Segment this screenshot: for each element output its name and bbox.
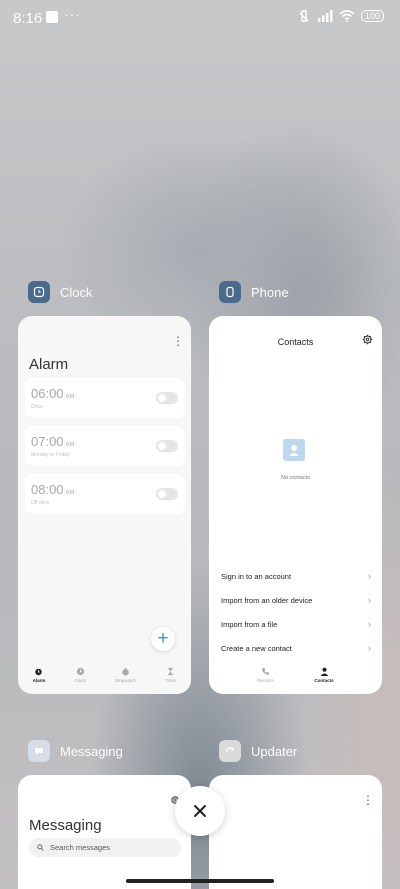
status-time: 8:16 — [13, 10, 43, 27]
signal-icon — [317, 10, 333, 22]
app-name-phone: Phone — [251, 284, 289, 300]
phone-handset-icon — [262, 667, 270, 675]
alarm-title: Alarm — [29, 356, 69, 373]
tab-label: Timer — [165, 678, 177, 683]
phone-bottom-nav: Recents Contacts — [209, 656, 382, 694]
mute-vibrate-icon — [299, 10, 309, 22]
tab-label: Clock — [74, 678, 86, 683]
clear-all-button[interactable] — [175, 786, 225, 836]
app-name-clock: Clock — [60, 284, 93, 300]
alarm-repeat: Monday to Friday — [31, 452, 70, 458]
timer-icon — [168, 667, 174, 676]
clock-icon — [28, 281, 50, 303]
stopwatch-icon — [122, 667, 129, 676]
search-messages-field[interactable]: Search messages — [29, 838, 181, 857]
alarm-item[interactable]: 08:00 AM Off days — [25, 474, 185, 514]
action-label: Create a new contact — [221, 643, 292, 653]
alarm-time: 06:00 — [31, 386, 64, 401]
app-card-messaging[interactable]: Messaging Search messages — [18, 775, 191, 889]
tab-stopwatch[interactable]: Stopwatch — [115, 667, 136, 683]
empty-state-text: No contacts — [280, 475, 311, 481]
battery-icon: 100 — [360, 10, 384, 22]
settings-gear-icon[interactable] — [362, 334, 373, 345]
more-options-icon[interactable]: ⋮ — [172, 334, 184, 348]
phone-icon — [219, 281, 241, 303]
app-header-clock[interactable]: Clock — [28, 281, 93, 303]
app-header-messaging[interactable]: Messaging — [28, 740, 123, 762]
search-placeholder: Search messages — [50, 843, 111, 852]
alarm-repeat: Once — [31, 404, 43, 410]
import-older-device-row[interactable]: Import from an older device › — [221, 593, 371, 607]
status-bar: 8:16 ··· 100 — [0, 0, 400, 36]
alarm-ampm: AM — [65, 490, 75, 496]
app-header-phone[interactable]: Phone — [219, 281, 289, 303]
create-contact-row[interactable]: Create a new contact › — [221, 641, 371, 655]
tab-label: Alarm — [32, 678, 46, 683]
alarm-item[interactable]: 07:00 AM Monday to Friday — [25, 426, 185, 466]
alarm-icon — [35, 668, 43, 676]
app-card-updater[interactable]: ⋮ — [209, 775, 382, 889]
chevron-right-icon: › — [368, 619, 371, 629]
alarm-ampm: AM — [65, 394, 75, 400]
app-card-phone[interactable]: Contacts No contacts Sign in to an accou… — [209, 316, 382, 694]
messaging-title: Messaging — [29, 817, 102, 834]
alarm-toggle[interactable] — [156, 488, 178, 500]
action-label: Import from a file — [221, 619, 278, 629]
tab-label: Contacts — [314, 678, 334, 683]
alarm-time: 08:00 — [31, 482, 64, 497]
alarm-toggle[interactable] — [156, 392, 178, 404]
alarm-item[interactable]: 06:00 AM Once — [25, 378, 185, 418]
alarm-ampm: AM — [65, 442, 75, 448]
tab-clock[interactable]: Clock — [74, 667, 86, 683]
tab-alarm[interactable]: Alarm — [32, 667, 46, 683]
add-alarm-button[interactable]: + — [151, 627, 175, 651]
more-notifications-icon: ··· — [64, 6, 81, 22]
notification-icon — [46, 11, 58, 23]
wifi-icon — [339, 10, 355, 22]
action-label: Import from an older device — [221, 595, 313, 605]
messaging-icon — [28, 740, 50, 762]
app-card-clock[interactable]: ⋮ Alarm 06:00 AM Once 07:00 AM Monday to F… — [18, 316, 191, 694]
sign-in-account-row[interactable]: Sign in to an account › — [221, 569, 371, 583]
clock-tab-icon — [76, 667, 84, 676]
chevron-right-icon: › — [368, 595, 371, 605]
contacts-title: Contacts — [277, 337, 314, 347]
close-icon — [194, 805, 206, 817]
app-name-updater: Updater — [251, 743, 298, 759]
app-name-messaging: Messaging — [60, 743, 123, 759]
status-icons: 100 — [297, 9, 384, 23]
tab-contacts[interactable]: Contacts — [314, 667, 334, 683]
alarm-repeat: Off days — [31, 500, 50, 506]
tab-recents[interactable]: Recents — [257, 667, 274, 683]
more-options-icon[interactable]: ⋮ — [362, 793, 374, 807]
tab-timer[interactable]: Timer — [165, 667, 176, 683]
chevron-right-icon: › — [368, 643, 371, 653]
person-icon — [320, 667, 328, 676]
import-file-row[interactable]: Import from a file › — [221, 617, 371, 631]
chevron-right-icon: › — [368, 571, 371, 581]
home-indicator[interactable] — [126, 879, 274, 883]
updater-icon — [219, 740, 241, 762]
search-icon — [37, 844, 44, 851]
tab-label: Stopwatch — [114, 678, 136, 683]
alarm-toggle[interactable] — [156, 440, 178, 452]
app-header-updater[interactable]: Updater — [219, 740, 297, 762]
alarm-time: 07:00 — [31, 434, 64, 449]
tab-label: Recents — [257, 678, 274, 683]
no-contacts-icon — [283, 439, 305, 461]
clock-bottom-nav: Alarm Clock Stopwatch Timer — [18, 656, 191, 694]
action-label: Sign in to an account — [221, 571, 292, 581]
